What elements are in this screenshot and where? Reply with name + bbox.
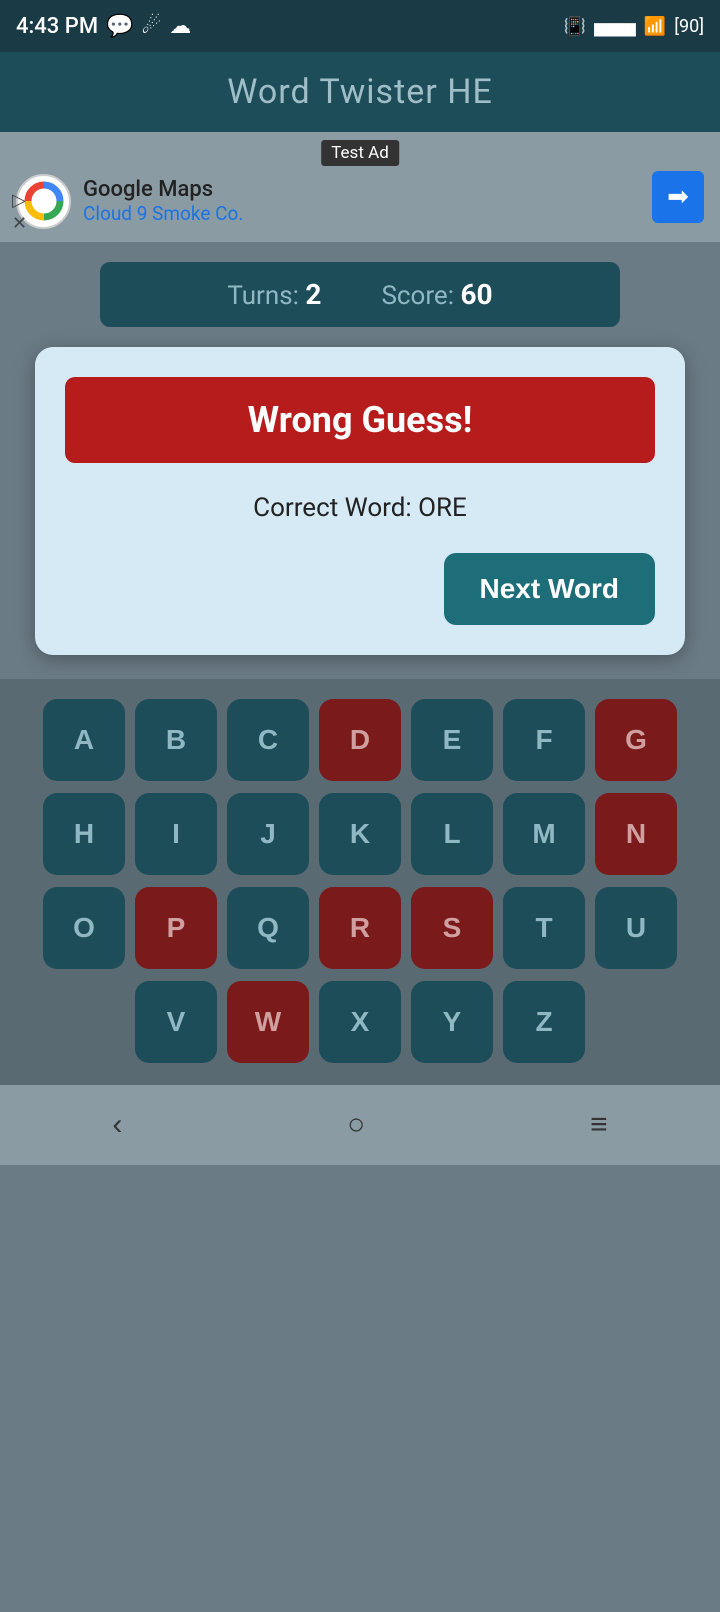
keyboard: ABCDEFG HIJKLMN OPQRSTU VWXYZ <box>10 699 710 1063</box>
turns-label: Turns: <box>227 281 299 311</box>
keyboard-row: VWXYZ <box>10 981 710 1063</box>
ad-content: Google Maps Cloud 9 Smoke Co. <box>16 174 243 229</box>
key-y[interactable]: Y <box>411 981 493 1063</box>
battery-icon: [90] <box>674 16 704 37</box>
menu-button[interactable]: ≡ <box>560 1098 638 1152</box>
ad-banner[interactable]: Test Ad Google Maps Cloud 9 Smoke Co. ➡ … <box>0 132 720 242</box>
key-w[interactable]: W <box>227 981 309 1063</box>
result-dialog: Wrong Guess! Correct Word: ORE Next Word <box>35 347 685 655</box>
key-n[interactable]: N <box>595 793 677 875</box>
keyboard-row: ABCDEFG <box>10 699 710 781</box>
wrong-guess-text: Wrong Guess! <box>248 399 473 441</box>
cloud-icon: ☁ <box>169 14 191 39</box>
key-o[interactable]: O <box>43 887 125 969</box>
key-x[interactable]: X <box>319 981 401 1063</box>
key-q[interactable]: Q <box>227 887 309 969</box>
key-m[interactable]: M <box>503 793 585 875</box>
usb-icon: ☄ <box>141 14 161 39</box>
key-e[interactable]: E <box>411 699 493 781</box>
ad-label: Test Ad <box>321 140 399 166</box>
turns-value: 2 <box>305 278 321 311</box>
key-a[interactable]: A <box>43 699 125 781</box>
key-i[interactable]: I <box>135 793 217 875</box>
key-f[interactable]: F <box>503 699 585 781</box>
wifi-icon: 📶 <box>644 16 666 37</box>
home-button[interactable]: ○ <box>317 1098 395 1152</box>
next-word-button[interactable]: Next Word <box>444 553 656 625</box>
wrong-guess-banner: Wrong Guess! <box>65 377 655 463</box>
ad-play-icon: ▷ <box>12 190 27 211</box>
key-s[interactable]: S <box>411 887 493 969</box>
key-h[interactable]: H <box>43 793 125 875</box>
key-t[interactable]: T <box>503 887 585 969</box>
time: 4:43 PM <box>16 14 98 39</box>
status-bar-left: 4:43 PM 💬 ☄ ☁ <box>16 14 191 39</box>
ad-controls: ▷ ✕ <box>12 190 27 234</box>
signal-icon: ▅▅▅ <box>594 16 636 37</box>
score-bar: Turns: 2 Score: 60 <box>100 262 620 327</box>
back-button[interactable]: ‹ <box>82 1098 152 1152</box>
vibrate-icon: 📳 <box>564 16 586 37</box>
key-l[interactable]: L <box>411 793 493 875</box>
ad-arrow-icon[interactable]: ➡ <box>652 171 704 223</box>
whatsapp-icon: 💬 <box>106 14 133 39</box>
ad-close-icon: ✕ <box>12 213 27 234</box>
keyboard-row: OPQRSTU <box>10 887 710 969</box>
status-bar-right: 📳 ▅▅▅ 📶 [90] <box>564 16 704 37</box>
ad-text: Google Maps Cloud 9 Smoke Co. <box>83 177 243 225</box>
bottom-nav: ‹ ○ ≡ <box>0 1085 720 1165</box>
key-g[interactable]: G <box>595 699 677 781</box>
key-v[interactable]: V <box>135 981 217 1063</box>
score-display: Score: 60 <box>381 278 492 311</box>
score-label: Score: <box>381 281 454 311</box>
key-b[interactable]: B <box>135 699 217 781</box>
key-u[interactable]: U <box>595 887 677 969</box>
key-z[interactable]: Z <box>503 981 585 1063</box>
key-p[interactable]: P <box>135 887 217 969</box>
key-j[interactable]: J <box>227 793 309 875</box>
ad-company: Google Maps <box>83 177 243 202</box>
key-r[interactable]: R <box>319 887 401 969</box>
key-d[interactable]: D <box>319 699 401 781</box>
key-k[interactable]: K <box>319 793 401 875</box>
app-header: Word Twister HE <box>0 52 720 132</box>
app-title: Word Twister HE <box>0 72 720 112</box>
keyboard-row: HIJKLMN <box>10 793 710 875</box>
score-value: 60 <box>460 278 492 311</box>
correct-word-display: Correct Word: ORE <box>65 493 655 523</box>
key-c[interactable]: C <box>227 699 309 781</box>
status-bar: 4:43 PM 💬 ☄ ☁ 📳 ▅▅▅ 📶 [90] <box>0 0 720 52</box>
turns-display: Turns: 2 <box>227 278 321 311</box>
ad-subtitle: Cloud 9 Smoke Co. <box>83 202 243 225</box>
keyboard-area: ABCDEFG HIJKLMN OPQRSTU VWXYZ <box>0 679 720 1085</box>
